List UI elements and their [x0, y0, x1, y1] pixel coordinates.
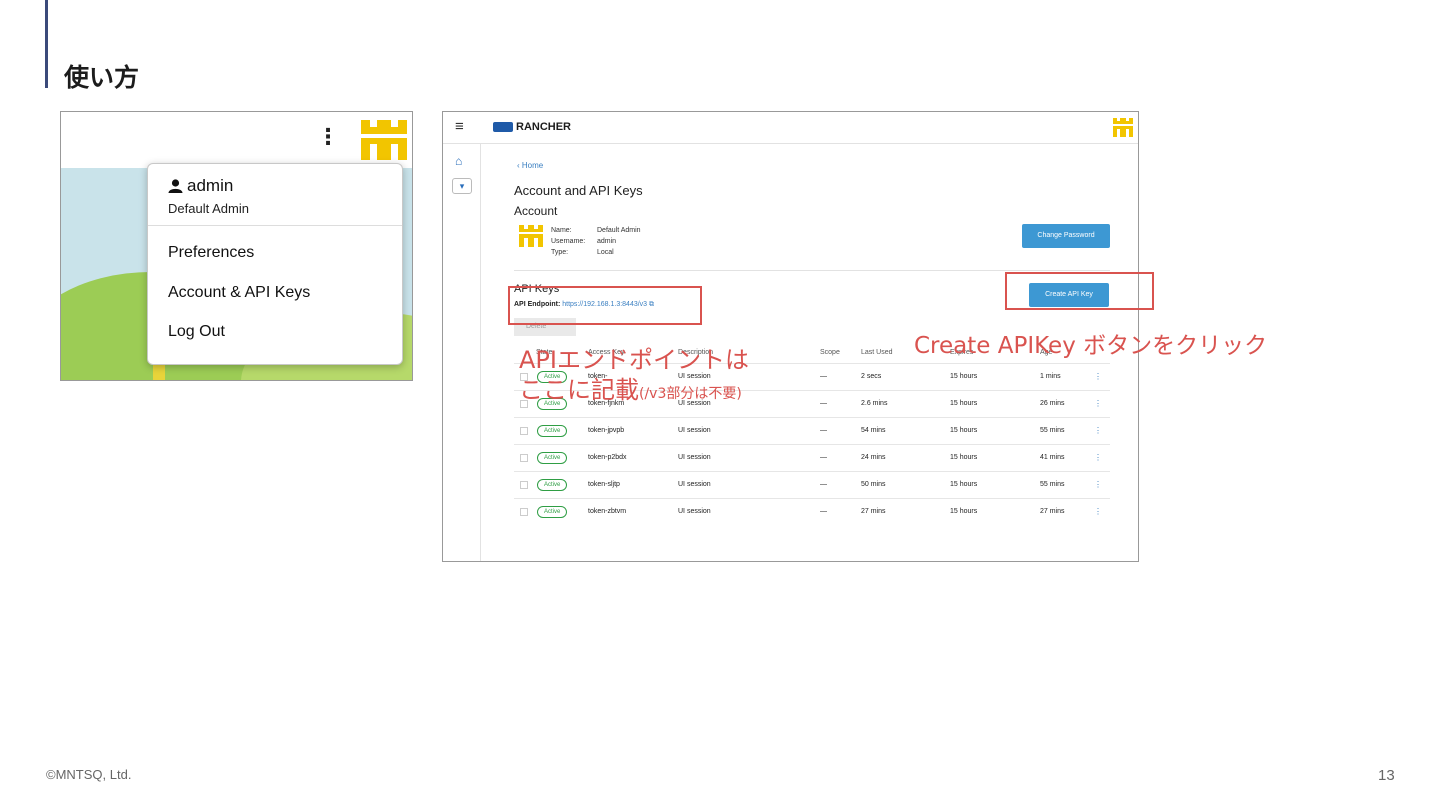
- section-divider: [514, 270, 1110, 271]
- age: 55 mins: [1040, 481, 1065, 488]
- name-label: Name:: [551, 227, 572, 234]
- expires: 15 hours: [950, 427, 978, 434]
- user-name: admin: [187, 176, 234, 195]
- scope: —: [820, 454, 827, 461]
- age: 1 mins: [1040, 373, 1061, 380]
- rancher-logo[interactable]: RANCHER: [493, 121, 571, 133]
- row-actions-icon[interactable]: ⋮: [1094, 399, 1102, 408]
- endpoint-highlight-box: [508, 286, 702, 325]
- user-icon: [168, 179, 183, 193]
- expires: 15 hours: [950, 508, 978, 515]
- kebab-menu-icon[interactable]: ⋮: [317, 124, 339, 150]
- status-badge: Active: [537, 506, 568, 518]
- user-role: Default Admin: [168, 201, 249, 216]
- avatar-icon[interactable]: [361, 120, 407, 160]
- username-value: admin: [597, 238, 617, 245]
- menu-divider: [148, 225, 402, 226]
- scope: —: [820, 427, 827, 434]
- top-bar: [61, 112, 412, 168]
- column-header-last-used[interactable]: Last Used: [861, 349, 893, 356]
- last-used: 54 mins: [861, 427, 886, 434]
- description: UI session: [678, 427, 711, 434]
- table-row[interactable]: Active token-p2bdx UI session — 24 mins …: [514, 444, 1110, 471]
- menu-item-preferences[interactable]: Preferences: [168, 244, 254, 262]
- access-key: token-zbtvm: [588, 508, 627, 515]
- create-button-annotation: Create APIKey ボタンをクリック: [914, 333, 1268, 359]
- user-menu-screenshot: ⋮ admin Default Admin Preferences Accoun…: [60, 111, 413, 381]
- row-checkbox[interactable]: [520, 454, 528, 462]
- rancher-cow-icon: [493, 122, 513, 132]
- username-label: Username:: [551, 238, 586, 245]
- row-actions-icon[interactable]: ⋮: [1094, 507, 1102, 516]
- footer-copyright: ©MNTSQ, Ltd.: [46, 767, 132, 782]
- brand-name: RANCHER: [516, 121, 571, 133]
- scope: —: [820, 373, 827, 380]
- type-value: Local: [597, 249, 614, 256]
- account-heading: Account: [514, 204, 558, 218]
- row-checkbox[interactable]: [520, 508, 528, 516]
- description: UI session: [678, 454, 711, 461]
- user-dropdown-menu: admin Default Admin Preferences Account …: [147, 163, 403, 365]
- page-number: 13: [1378, 767, 1395, 784]
- last-used: 27 mins: [861, 508, 886, 515]
- menu-item-log-out[interactable]: Log Out: [168, 323, 225, 341]
- account-info: Name: Default Admin Username: admin Type: L…: [551, 225, 641, 258]
- scope: —: [820, 508, 827, 515]
- avatar-icon[interactable]: [1113, 118, 1133, 137]
- table-row[interactable]: Active token-sljtp UI session — 50 mins …: [514, 471, 1110, 498]
- row-actions-icon[interactable]: ⋮: [1094, 480, 1102, 489]
- hamburger-menu-icon[interactable]: ≡: [455, 118, 464, 135]
- scope: —: [820, 481, 827, 488]
- title-accent-bar: [45, 0, 48, 88]
- expires: 15 hours: [950, 400, 978, 407]
- page-title: Account and API Keys: [514, 183, 643, 198]
- account-avatar: [519, 225, 543, 247]
- row-checkbox[interactable]: [520, 427, 528, 435]
- row-actions-icon[interactable]: ⋮: [1094, 426, 1102, 435]
- last-used: 24 mins: [861, 454, 886, 461]
- age: 41 mins: [1040, 454, 1065, 461]
- app-header: ≡ RANCHER: [443, 112, 1138, 144]
- access-key: token-p2bdx: [588, 454, 627, 461]
- create-button-highlight-box: [1005, 272, 1154, 310]
- change-password-button[interactable]: Change Password: [1022, 224, 1110, 248]
- status-badge: Active: [537, 479, 568, 491]
- menu-item-account-api-keys[interactable]: Account & API Keys: [168, 284, 310, 302]
- age: 26 mins: [1040, 400, 1065, 407]
- last-used: 2 secs: [861, 373, 882, 380]
- age: 27 mins: [1040, 508, 1065, 515]
- expires: 15 hours: [950, 373, 978, 380]
- name-value: Default Admin: [597, 227, 641, 234]
- column-header-scope[interactable]: Scope: [820, 349, 840, 356]
- slide-title: 使い方: [64, 63, 140, 92]
- row-actions-icon[interactable]: ⋮: [1094, 453, 1102, 462]
- age: 55 mins: [1040, 427, 1065, 434]
- description: UI session: [678, 481, 711, 488]
- user-name-row: admin: [168, 176, 233, 196]
- endpoint-annotation-main: ここに記載: [519, 376, 639, 404]
- table-row[interactable]: Active token-zbtvm UI session — 27 mins …: [514, 498, 1110, 525]
- breadcrumb-home[interactable]: ‹ Home: [517, 161, 543, 170]
- status-badge: Active: [537, 425, 568, 437]
- scope: —: [820, 400, 827, 407]
- access-key: token-sljtp: [588, 481, 620, 488]
- side-nav: ⌂ ▾: [443, 144, 481, 561]
- cluster-icon[interactable]: ▾: [452, 178, 472, 194]
- type-label: Type:: [551, 249, 569, 256]
- table-row[interactable]: Active token-jpvpb UI session — 54 mins …: [514, 417, 1110, 444]
- access-key: token-jpvpb: [588, 427, 625, 434]
- expires: 15 hours: [950, 481, 978, 488]
- last-used: 50 mins: [861, 481, 886, 488]
- endpoint-annotation-line2: ここに記載(/v3部分は不要): [519, 370, 742, 405]
- home-icon[interactable]: ⌂: [455, 154, 462, 168]
- status-badge: Active: [537, 452, 568, 464]
- description: UI session: [678, 508, 711, 515]
- row-checkbox[interactable]: [520, 481, 528, 489]
- expires: 15 hours: [950, 454, 978, 461]
- endpoint-annotation-note: (/v3部分は不要): [639, 386, 742, 402]
- row-actions-icon[interactable]: ⋮: [1094, 372, 1102, 381]
- last-used: 2.6 mins: [861, 400, 888, 407]
